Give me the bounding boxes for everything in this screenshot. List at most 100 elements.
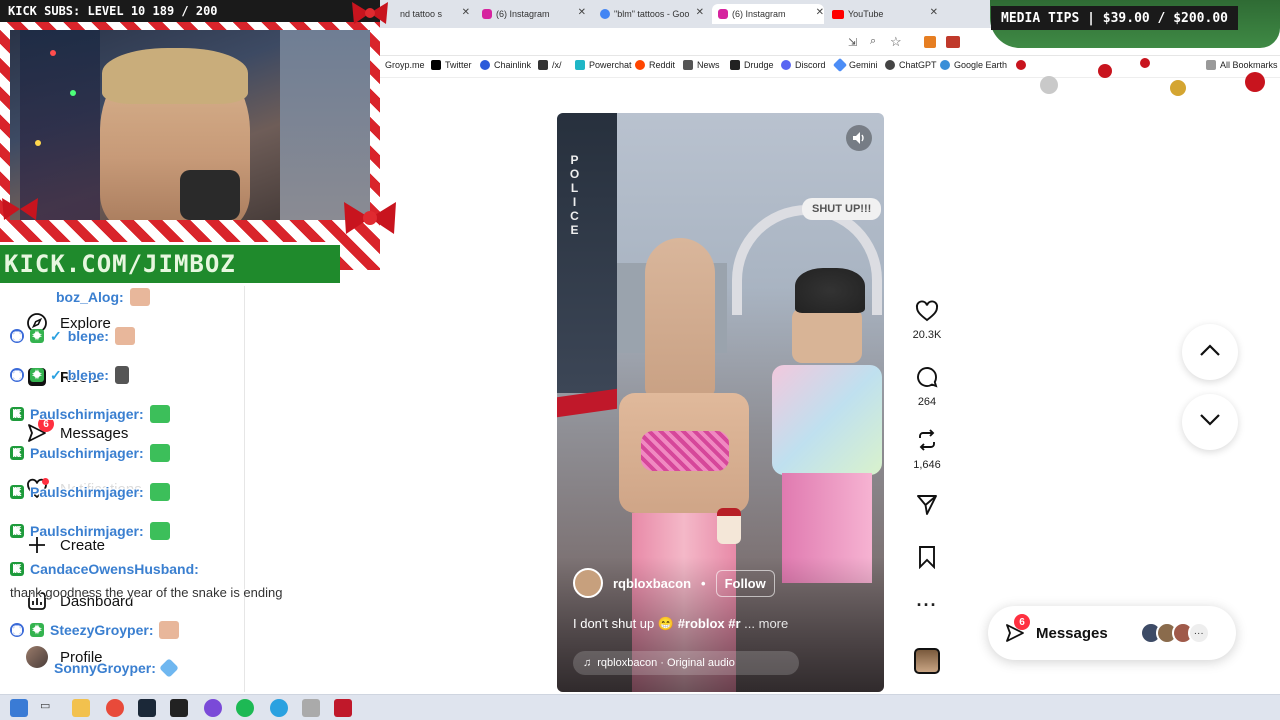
bookmark[interactable]: /x/ [538, 60, 562, 70]
star-icon[interactable]: ☆ [890, 34, 902, 50]
bookmark-label: Groyp.me [385, 60, 425, 70]
tab[interactable]: nd tattoo s ✕ [400, 4, 470, 24]
bookmark[interactable]: Reddit [635, 60, 675, 70]
bookmark-label: Chainlink [494, 60, 532, 70]
more-icon[interactable]: ··· [917, 595, 938, 616]
kick-badge-icon: K [10, 407, 24, 421]
author-name[interactable]: rqbloxbacon [613, 576, 691, 591]
badge-icon: ✦ [30, 368, 44, 382]
emote-icon [114, 366, 129, 384]
volume-icon[interactable] [846, 125, 872, 151]
powerchat-icon [575, 60, 585, 70]
bookmark[interactable]: Discord [781, 60, 826, 70]
next-reel-button[interactable] [1182, 394, 1238, 450]
drudge-icon [730, 60, 740, 70]
more-icon[interactable]: ··· [1187, 622, 1210, 644]
more-action[interactable]: ··· [902, 595, 952, 616]
bookmark-label: Discord [795, 60, 826, 70]
comment-icon[interactable] [915, 365, 939, 392]
messages-button[interactable]: 6 Messages ··· [988, 606, 1236, 660]
caption-hashtags[interactable]: #roblox #r [678, 616, 741, 631]
extension-icon[interactable] [924, 36, 936, 48]
terminal-icon[interactable] [170, 699, 188, 717]
caption-more-link[interactable]: ... more [744, 616, 788, 631]
instagram-icon [482, 9, 492, 19]
app-icon[interactable] [302, 699, 320, 717]
task-view-icon[interactable]: ▭ [40, 699, 58, 717]
kick-badge-icon: K [10, 485, 24, 499]
bookmark[interactable]: Groyp.me [385, 60, 425, 70]
check-icon: ✓ [50, 327, 62, 344]
webcam-feed [10, 30, 370, 220]
audio-thumbnail[interactable] [902, 648, 952, 674]
install-icon[interactable]: ⇲ [848, 36, 857, 49]
repost-icon[interactable] [915, 428, 939, 455]
share-icon[interactable] [915, 493, 939, 520]
obs-icon[interactable] [204, 699, 222, 717]
share-action[interactable] [902, 493, 952, 520]
bookmark[interactable]: News [683, 60, 720, 70]
comment-action[interactable]: 264 [902, 365, 952, 408]
emote-icon [159, 621, 180, 639]
close-icon[interactable]: ✕ [930, 7, 938, 18]
bookmark-label: ChatGPT [899, 60, 937, 70]
bookmark[interactable]: Drudge [730, 60, 774, 70]
badge-icon: ✦ [30, 623, 44, 637]
chrome-icon[interactable] [106, 699, 124, 717]
bookmark[interactable]: Twitter [431, 60, 472, 70]
start-icon[interactable] [10, 699, 28, 717]
kick-badge-icon: K [10, 524, 24, 538]
telegram-icon[interactable] [270, 699, 288, 717]
chat-username: Paulschirmjager: [30, 445, 144, 461]
file-explorer-icon[interactable] [72, 699, 90, 717]
bookmark[interactable]: Powerchat [575, 60, 632, 70]
like-action[interactable]: 20.3K [902, 300, 952, 341]
repost-count: 1,646 [913, 459, 941, 471]
steam-icon[interactable] [138, 699, 156, 717]
previous-reel-button[interactable] [1182, 324, 1238, 380]
save-action[interactable] [902, 545, 952, 572]
bookmark[interactable]: Google Earth [940, 60, 1007, 70]
bookmark[interactable]: ChatGPT [885, 60, 937, 70]
app-icon[interactable] [334, 699, 352, 717]
audio-avatar[interactable] [914, 648, 940, 674]
news-icon [683, 60, 693, 70]
google-icon [600, 9, 610, 19]
extension-icon[interactable] [946, 36, 960, 48]
chat-username: blepe: [67, 367, 109, 383]
youtube-icon [832, 9, 844, 19]
reel-video[interactable]: POLICE SHUT UP!!! rqbloxbacon • Follow I… [557, 113, 884, 692]
sidebar-item-messages[interactable]: 6 Messages [26, 416, 128, 444]
bookmark[interactable]: Chainlink [480, 60, 531, 70]
tab[interactable]: (6) Instagram ✕ [482, 4, 586, 24]
emote-icon [149, 522, 170, 540]
unread-badge: 6 [1014, 614, 1030, 630]
tab-active[interactable]: (6) Instagram ✕ [712, 4, 824, 24]
repost-action[interactable]: 1,646 [902, 428, 952, 471]
chat-line: ◉ ✦ ✓ blepe: [10, 366, 129, 384]
close-icon[interactable]: ✕ [816, 7, 824, 18]
close-icon[interactable]: ✕ [696, 7, 704, 18]
light [35, 140, 41, 146]
tab[interactable]: "blm" tattoos - Goo ✕ [600, 4, 704, 24]
spotify-icon[interactable] [236, 699, 254, 717]
chat-line: K CandaceOwensHusband: [10, 561, 199, 577]
follow-button[interactable]: Follow [715, 569, 775, 597]
close-icon[interactable]: ✕ [462, 7, 470, 18]
bookmark[interactable]: Gemini [832, 57, 878, 73]
tab[interactable]: YouTube ✕ [832, 4, 938, 24]
bookmark-all[interactable]: All Bookmarks [1206, 60, 1278, 70]
microphone [180, 170, 240, 220]
bookmark-icon[interactable] [917, 545, 937, 572]
light [50, 50, 56, 56]
audio-attribution[interactable]: ♫ rqbloxbacon · Original audio [573, 651, 799, 675]
author-avatar[interactable] [573, 568, 603, 598]
emote-icon [149, 405, 170, 423]
recent-contacts: ··· [1139, 622, 1210, 644]
caption-text: I don't shut up 😁 [573, 616, 678, 631]
zoom-icon[interactable]: ⌕ [870, 35, 876, 48]
heart-icon[interactable] [915, 300, 939, 325]
close-icon[interactable]: ✕ [578, 7, 586, 18]
gemini-icon [832, 57, 848, 73]
media-tips-goal: MEDIA TIPS | $39.00 / $200.00 [991, 6, 1238, 30]
